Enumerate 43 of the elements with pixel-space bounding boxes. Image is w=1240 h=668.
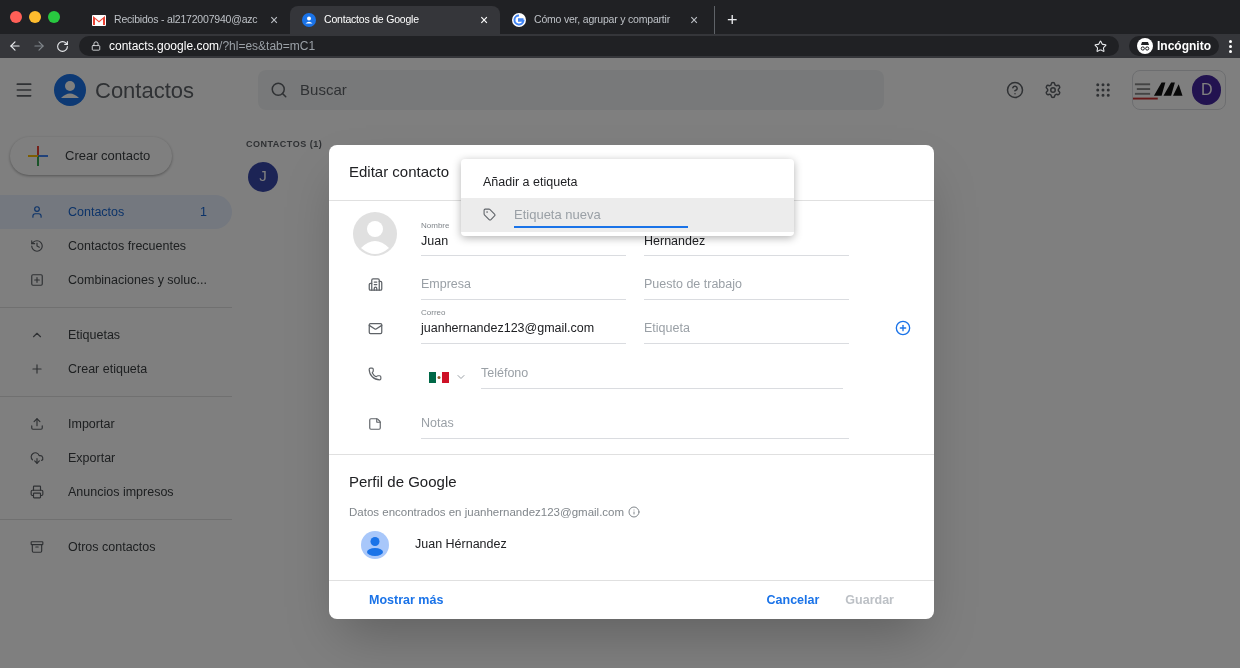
browser-tab[interactable]: Recibidos - al2172007940@azc × (80, 6, 290, 34)
menu-title: Añadir a etiqueta (482, 174, 579, 191)
url-text: contacts.google.com/?hl=es&tab=mC1 (109, 38, 316, 55)
sidebar-item[interactable]: Contactos frecuentes (0, 229, 232, 263)
tab-close-button[interactable]: × (480, 9, 488, 31)
app-title: Contactos (95, 76, 195, 105)
phone-field[interactable]: Teléfono (481, 364, 843, 389)
account-avatar[interactable]: D (1192, 75, 1221, 105)
email-label-field[interactable]: Etiqueta (644, 319, 849, 344)
email-field[interactable]: Correo juanhernandez123@gmail.com (421, 307, 626, 344)
address-bar[interactable]: contacts.google.com/?hl=es&tab=mC1 (79, 36, 1119, 56)
sidebar-item[interactable]: Anuncios impresos (0, 475, 232, 509)
cancel-button[interactable]: Cancelar (766, 590, 820, 610)
create-contact-button[interactable]: Crear contacto (10, 137, 172, 175)
sidebar-item[interactable]: Exportar (0, 441, 232, 475)
sidebar-item[interactable]: Crear etiqueta (0, 352, 232, 386)
job-title-field[interactable]: Puesto de trabajo (644, 275, 849, 300)
contact-count: 1 (200, 203, 207, 221)
sidebar-item[interactable]: Importar (0, 407, 232, 441)
notes-field[interactable]: Notas (421, 414, 849, 439)
dialog-title: Editar contacto (349, 162, 450, 183)
sidebar-item[interactable]: Etiquetas (0, 318, 232, 352)
incognito-badge[interactable]: Incógnito (1129, 36, 1219, 56)
list-heading: CONTACTOS (1) (246, 138, 323, 151)
search-input[interactable]: Buscar (300, 78, 873, 102)
tab-title: Contactos de Google (324, 12, 420, 28)
browser-tab[interactable]: Contactos de Google × (290, 6, 500, 34)
tab-title: Recibidos - al2172007940@azc (114, 12, 259, 28)
profile-note: Datos encontrados en juanhernandez123@gmail.com (349, 504, 625, 520)
show-more-button[interactable]: Mostrar más (369, 590, 444, 610)
company-field[interactable]: Empresa (421, 275, 626, 300)
sidebar-item[interactable]: Contactos 1 (0, 195, 232, 229)
account-card[interactable]: D (1132, 70, 1226, 110)
sidebar-item[interactable]: Combinaciones y soluc... (0, 263, 232, 297)
section-title: Perfil de Google (349, 472, 458, 492)
search-field[interactable]: Buscar (258, 70, 885, 110)
profile-name: Juan Hérnandez (415, 536, 507, 554)
tab-title: Cómo ver, agrupar y compartir (534, 12, 671, 28)
tab-close-button[interactable]: × (690, 9, 698, 31)
sidebar-item[interactable]: Otros contactos (0, 530, 232, 564)
tab-close-button[interactable]: × (270, 9, 278, 31)
contact-avatar[interactable]: J (248, 161, 278, 192)
browser-tab[interactable]: Cómo ver, agrupar y compartir × (500, 6, 710, 34)
